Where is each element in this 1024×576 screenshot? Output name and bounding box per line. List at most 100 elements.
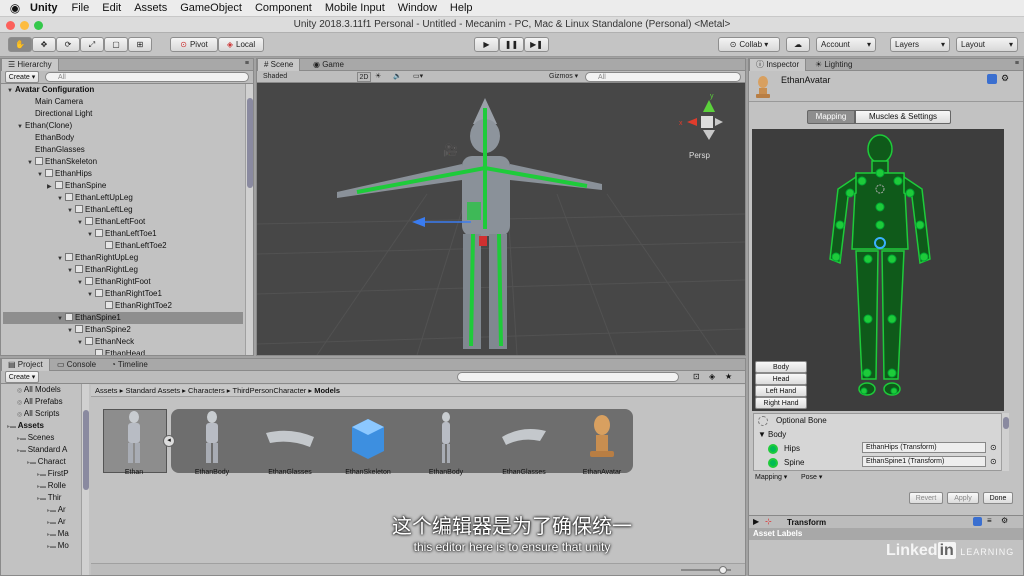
hierarchy-row[interactable]: EthanGlasses <box>3 144 243 156</box>
minimize-window-icon[interactable] <box>20 21 29 30</box>
transform-tool-icon[interactable]: ⊞ <box>128 37 152 52</box>
slider-knob[interactable] <box>719 566 727 574</box>
hierarchy-row[interactable]: ▼ EthanSpine1 <box>3 312 243 324</box>
hierarchy-row[interactable]: ▼ EthanRightLeg <box>3 264 243 276</box>
hierarchy-row[interactable]: ▼ EthanSkeleton <box>3 156 243 168</box>
rotate-tool-icon[interactable]: ⟳ <box>56 37 80 52</box>
hand-tool-icon[interactable]: ✋ <box>8 37 32 52</box>
object-picker-icon[interactable]: ⊙ <box>990 457 997 466</box>
close-window-icon[interactable] <box>6 21 15 30</box>
tab-lighting[interactable]: ☀ Lighting <box>809 59 858 71</box>
project-tree-item[interactable]: ▸▬ Scenes <box>3 432 79 444</box>
spine-transform-field[interactable]: EthanSpine1 (Transform) <box>862 456 986 467</box>
view-left-hand-button[interactable]: Left Hand <box>755 385 807 397</box>
asset-ethanbody-2[interactable]: EthanBody <box>411 407 481 476</box>
scroll-thumb[interactable] <box>1003 417 1009 429</box>
tab-hierarchy[interactable]: ☰ Hierarchy <box>1 59 59 71</box>
lighting-toggle-icon[interactable]: ☀ <box>375 72 381 82</box>
tab-timeline[interactable]: ◔ Timeline <box>105 359 154 371</box>
bone-list-scrollbar[interactable] <box>1001 413 1009 471</box>
help-icon[interactable] <box>987 74 997 84</box>
asset-ethanskeleton[interactable]: EthanSkeleton <box>333 407 403 476</box>
layers-dropdown[interactable]: Layers ▾ <box>890 37 950 52</box>
tab-inspector[interactable]: ⓘ Inspector <box>749 59 807 71</box>
asset-ethan[interactable]: Ethan <box>99 407 169 476</box>
apply-button[interactable]: Apply <box>947 492 979 504</box>
hips-transform-field[interactable]: EthanHips (Transform) <box>862 442 986 453</box>
pivot-toggle[interactable]: ⊙ Pivot <box>170 37 218 52</box>
hierarchy-row[interactable]: EthanBody <box>3 132 243 144</box>
breadcrumb-item[interactable]: Models <box>314 386 340 395</box>
tab-mapping[interactable]: Mapping <box>807 110 855 124</box>
hierarchy-create-button[interactable]: Create ▾ <box>5 71 39 83</box>
layout-dropdown[interactable]: Layout ▾ <box>956 37 1018 52</box>
account-dropdown[interactable]: Account ▾ <box>816 37 876 52</box>
asset-ethanglasses[interactable]: EthanGlasses <box>255 407 325 476</box>
project-tree-item[interactable]: ▸▬ Rolle <box>3 480 79 492</box>
hierarchy-row[interactable]: ▶ EthanSpine <box>3 180 243 192</box>
project-tree-item[interactable]: ▸▬ Charact <box>3 456 79 468</box>
move-tool-icon[interactable]: ✥ <box>32 37 56 52</box>
tab-console[interactable]: ▭ Console <box>51 359 102 371</box>
hierarchy-row[interactable]: ▼ EthanLeftFoot <box>3 216 243 228</box>
hierarchy-row[interactable]: Main Camera <box>3 96 243 108</box>
audio-toggle-icon[interactable]: 🔈 <box>393 72 402 82</box>
menu-gameobject[interactable]: GameObject <box>180 2 242 14</box>
apple-menu-icon[interactable]: ◉ <box>0 1 30 15</box>
effects-toggle-icon[interactable]: ▭▾ <box>413 72 423 82</box>
project-tree-item[interactable]: ▸▬ FirstP <box>3 468 79 480</box>
tab-game[interactable]: ◉ Game <box>307 59 350 71</box>
filter-type-icon[interactable]: ⊡ <box>693 372 700 381</box>
breadcrumb-item[interactable]: Assets <box>95 386 118 395</box>
hierarchy-row[interactable]: ▼ EthanNeck <box>3 336 243 348</box>
hierarchy-row[interactable]: ▼ EthanRightToe1 <box>3 288 243 300</box>
hierarchy-row[interactable]: ▼ EthanRightUpLeg <box>3 252 243 264</box>
hierarchy-row[interactable]: ▼ Ethan(Clone) <box>3 120 243 132</box>
zoom-window-icon[interactable] <box>34 21 43 30</box>
menu-assets[interactable]: Assets <box>134 2 167 14</box>
scene-search-input[interactable]: All <box>585 72 741 82</box>
pose-dropdown[interactable]: Pose ▾ <box>801 473 822 481</box>
view-right-hand-button[interactable]: Right Hand <box>755 397 807 409</box>
scale-tool-icon[interactable]: ⤢ <box>80 37 104 52</box>
menu-window[interactable]: Window <box>398 2 437 14</box>
local-toggle[interactable]: ◈ Local <box>218 37 264 52</box>
scene-viewport[interactable]: 🎥 y x Persp <box>257 84 745 355</box>
scroll-thumb[interactable] <box>83 410 89 490</box>
hierarchy-row[interactable]: EthanRightToe2 <box>3 300 243 312</box>
project-tree-item[interactable]: ◎ All Prefabs <box>3 396 79 408</box>
collab-button[interactable]: ⊙ Collab ▾ <box>718 37 780 52</box>
project-tree-item[interactable]: ▸▬ Thir <box>3 492 79 504</box>
cloud-icon[interactable]: ☁ <box>786 37 810 52</box>
hierarchy-row[interactable]: ▼ EthanLeftUpLeg <box>3 192 243 204</box>
hierarchy-row[interactable]: ▼ EthanSpine2 <box>3 324 243 336</box>
rect-tool-icon[interactable]: ▢ <box>104 37 128 52</box>
done-button[interactable]: Done <box>983 492 1013 504</box>
project-tree-item[interactable]: ◎ All Scripts <box>3 408 79 420</box>
asset-ethanbody[interactable]: EthanBody <box>177 407 247 476</box>
breadcrumb-item[interactable]: Characters <box>188 386 225 395</box>
project-tree-item[interactable]: ▸▬ Standard A <box>3 444 79 456</box>
expand-arrow-icon[interactable]: ▼ <box>758 430 766 439</box>
breadcrumb-item[interactable]: ThirdPersonCharacter <box>233 386 307 395</box>
menu-edit[interactable]: Edit <box>102 2 121 14</box>
tab-project[interactable]: ▤ Project <box>1 359 50 371</box>
view-body-button[interactable]: Body <box>755 361 807 373</box>
object-picker-icon[interactable]: ⊙ <box>990 443 997 452</box>
gizmos-dropdown[interactable]: Gizmos ▾ <box>549 72 578 82</box>
menu-file[interactable]: File <box>72 2 90 14</box>
shading-mode-dropdown[interactable]: Shaded <box>263 72 323 82</box>
menu-component[interactable]: Component <box>255 2 312 14</box>
scroll-thumb[interactable] <box>247 98 253 188</box>
hierarchy-row[interactable]: EthanLeftToe2 <box>3 240 243 252</box>
hierarchy-scrollbar[interactable] <box>245 84 253 355</box>
hierarchy-row[interactable]: ▼ EthanLeftToe1 <box>3 228 243 240</box>
favorite-star-icon[interactable]: ★ <box>725 372 732 381</box>
settings-gear-icon[interactable]: ⚙ <box>1001 73 1009 84</box>
filter-label-icon[interactable]: ◈ <box>709 372 715 381</box>
play-button[interactable]: ▶ <box>474 37 499 52</box>
hierarchy-search-input[interactable]: All <box>45 72 249 82</box>
app-menu[interactable]: Unity <box>30 2 58 14</box>
breadcrumb-item[interactable]: Standard Assets <box>125 386 180 395</box>
persp-label[interactable]: Persp <box>689 151 710 160</box>
